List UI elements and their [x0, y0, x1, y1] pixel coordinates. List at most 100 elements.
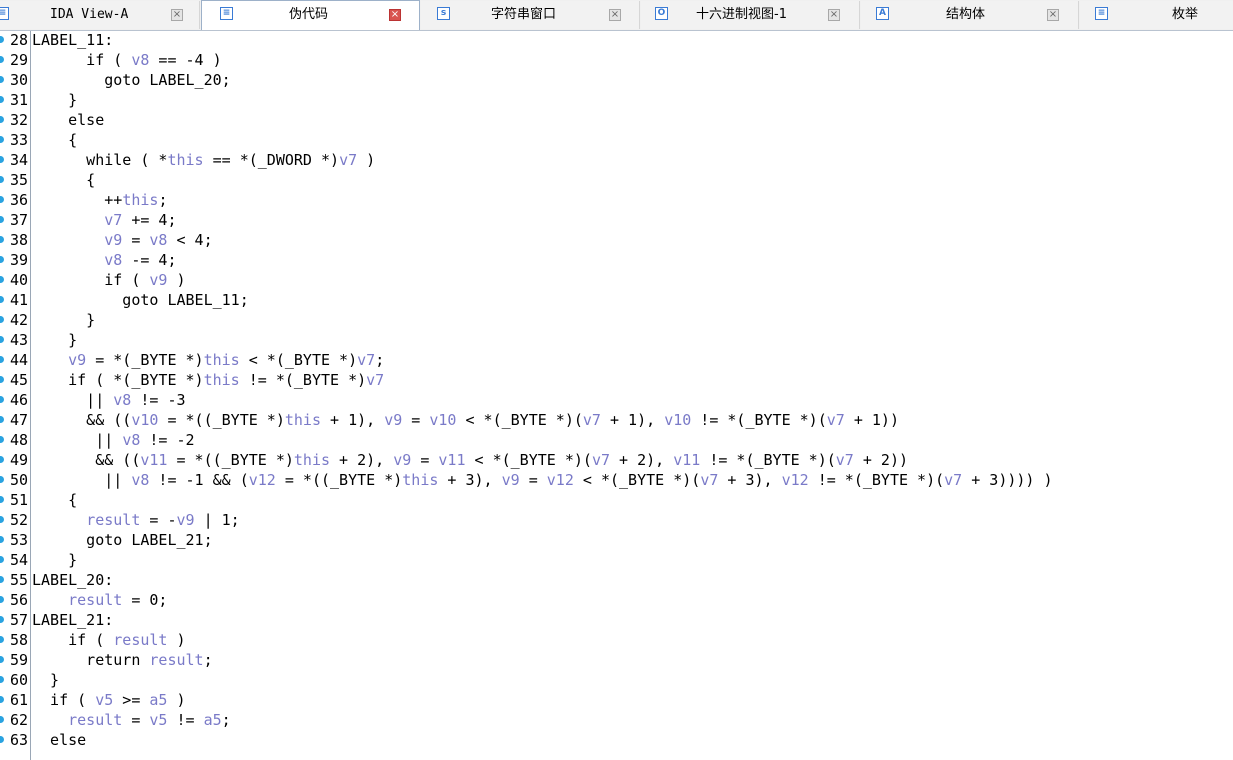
code-line[interactable]: 35 { — [0, 170, 1233, 190]
code-line[interactable]: 48 || v8 != -2 — [0, 430, 1233, 450]
code-line[interactable]: 41 goto LABEL_11; — [0, 290, 1233, 310]
code-line[interactable]: 51 { — [0, 490, 1233, 510]
breakpoint-marker-icon[interactable] — [0, 236, 4, 243]
line-number: 28 — [9, 31, 28, 49]
breakpoint-marker-icon[interactable] — [0, 636, 4, 643]
breakpoint-marker-icon[interactable] — [0, 556, 4, 563]
breakpoint-marker-icon[interactable] — [0, 156, 4, 163]
line-number: 57 — [9, 611, 28, 629]
code-line[interactable]: 58 if ( result ) — [0, 630, 1233, 650]
strings-icon: s — [437, 7, 450, 20]
breakpoint-marker-icon[interactable] — [0, 136, 4, 143]
pseudocode-editor[interactable]: 28 LABEL_11: 29 if ( v8 == -4 ) 30 goto LAB… — [0, 31, 1233, 760]
close-icon[interactable]: × — [828, 9, 840, 21]
code-line[interactable]: 54 } — [0, 550, 1233, 570]
code-line[interactable]: 39 v8 -= 4; — [0, 250, 1233, 270]
code-line[interactable]: 28 LABEL_11: — [0, 30, 1233, 50]
line-number: 33 — [9, 131, 28, 149]
tab-pseudocode[interactable]: ≡ 伪代码 × — [201, 0, 420, 30]
breakpoint-marker-icon[interactable] — [0, 316, 4, 323]
code-line[interactable]: 56 result = 0; — [0, 590, 1233, 610]
breakpoint-marker-icon[interactable] — [0, 256, 4, 263]
code-line[interactable]: 40 if ( v9 ) — [0, 270, 1233, 290]
tab-structures[interactable]: A 结构体 × — [861, 1, 1079, 29]
breakpoint-marker-icon[interactable] — [0, 436, 4, 443]
breakpoint-marker-icon[interactable] — [0, 596, 4, 603]
breakpoint-marker-icon[interactable] — [0, 96, 4, 103]
code-line[interactable]: 44 v9 = *(_BYTE *)this < *(_BYTE *)v7; — [0, 350, 1233, 370]
line-number: 35 — [9, 171, 28, 189]
line-number: 44 — [9, 351, 28, 369]
line-number: 62 — [9, 711, 28, 729]
code-line[interactable]: 46 || v8 != -3 — [0, 390, 1233, 410]
line-number: 61 — [9, 691, 28, 709]
breakpoint-marker-icon[interactable] — [0, 56, 4, 63]
breakpoint-marker-icon[interactable] — [0, 676, 4, 683]
line-number: 31 — [9, 91, 28, 109]
code-line[interactable]: 63 else — [0, 730, 1233, 750]
breakpoint-marker-icon[interactable] — [0, 516, 4, 523]
breakpoint-marker-icon[interactable] — [0, 616, 4, 623]
code-line[interactable]: 60 } — [0, 670, 1233, 690]
breakpoint-marker-icon[interactable] — [0, 496, 4, 503]
code-line[interactable]: 62 result = v5 != a5; — [0, 710, 1233, 730]
code-line[interactable]: 52 result = -v9 | 1; — [0, 510, 1233, 530]
breakpoint-marker-icon[interactable] — [0, 216, 4, 223]
code-line[interactable]: 31 } — [0, 90, 1233, 110]
breakpoint-marker-icon[interactable] — [0, 416, 4, 423]
code-line[interactable]: 37 v7 += 4; — [0, 210, 1233, 230]
tab-ida-view-a[interactable]: ≡ IDA View-A × — [0, 1, 200, 29]
breakpoint-marker-icon[interactable] — [0, 696, 4, 703]
breakpoint-marker-icon[interactable] — [0, 536, 4, 543]
code-text: LABEL_21: — [32, 611, 114, 629]
tab-hex-view[interactable]: O 十六进制视图-1 × — [641, 1, 860, 29]
code-line[interactable]: 42 } — [0, 310, 1233, 330]
breakpoint-marker-icon[interactable] — [0, 196, 4, 203]
code-line[interactable]: 29 if ( v8 == -4 ) — [0, 50, 1233, 70]
close-icon[interactable]: × — [609, 9, 621, 21]
code-line[interactable]: 50 || v8 != -1 && (v12 = *((_BYTE *)this… — [0, 470, 1233, 490]
hex-icon: O — [655, 7, 668, 20]
code-line[interactable]: 59 return result; — [0, 650, 1233, 670]
code-line[interactable]: 57 LABEL_21: — [0, 610, 1233, 630]
code-line[interactable]: 61 if ( v5 >= a5 ) — [0, 690, 1233, 710]
code-line[interactable]: 53 goto LABEL_21; — [0, 530, 1233, 550]
code-line[interactable]: 34 while ( *this == *(_DWORD *)v7 ) — [0, 150, 1233, 170]
breakpoint-marker-icon[interactable] — [0, 456, 4, 463]
code-line[interactable]: 47 && ((v10 = *((_BYTE *)this + 1), v9 =… — [0, 410, 1233, 430]
code-line[interactable]: 33 { — [0, 130, 1233, 150]
breakpoint-marker-icon[interactable] — [0, 716, 4, 723]
breakpoint-marker-icon[interactable] — [0, 296, 4, 303]
code-text: { — [32, 171, 96, 189]
code-text: v9 = *(_BYTE *)this < *(_BYTE *)v7; — [68, 351, 385, 369]
code-line[interactable]: 30 goto LABEL_20; — [0, 70, 1233, 90]
code-line[interactable]: 55 LABEL_20: — [0, 570, 1233, 590]
breakpoint-marker-icon[interactable] — [0, 576, 4, 583]
code-text: return result; — [32, 651, 213, 669]
tab-strings[interactable]: s 字符串窗口 × — [421, 1, 640, 29]
close-icon[interactable]: × — [1047, 9, 1059, 21]
breakpoint-marker-icon[interactable] — [0, 396, 4, 403]
code-line[interactable]: 36 ++this; — [0, 190, 1233, 210]
breakpoint-marker-icon[interactable] — [0, 36, 4, 43]
close-icon[interactable]: × — [171, 9, 183, 21]
tab-enums[interactable]: ≡ 枚举 — [1080, 1, 1233, 29]
breakpoint-marker-icon[interactable] — [0, 656, 4, 663]
breakpoint-marker-icon[interactable] — [0, 336, 4, 343]
code-line[interactable]: 32 else — [0, 110, 1233, 130]
breakpoint-marker-icon[interactable] — [0, 276, 4, 283]
breakpoint-marker-icon[interactable] — [0, 116, 4, 123]
breakpoint-marker-icon[interactable] — [0, 476, 4, 483]
breakpoint-marker-icon[interactable] — [0, 356, 4, 363]
breakpoint-marker-icon[interactable] — [0, 736, 4, 743]
code-text: else — [32, 731, 87, 749]
code-line[interactable]: 38 v9 = v8 < 4; — [0, 230, 1233, 250]
breakpoint-marker-icon[interactable] — [0, 76, 4, 83]
code-text: goto LABEL_11; — [32, 291, 249, 309]
code-line[interactable]: 43 } — [0, 330, 1233, 350]
code-line[interactable]: 49 && ((v11 = *((_BYTE *)this + 2), v9 =… — [0, 450, 1233, 470]
breakpoint-marker-icon[interactable] — [0, 176, 4, 183]
close-icon[interactable]: × — [389, 9, 401, 21]
code-line[interactable]: 45 if ( *(_BYTE *)this != *(_BYTE *)v7 — [0, 370, 1233, 390]
breakpoint-marker-icon[interactable] — [0, 376, 4, 383]
